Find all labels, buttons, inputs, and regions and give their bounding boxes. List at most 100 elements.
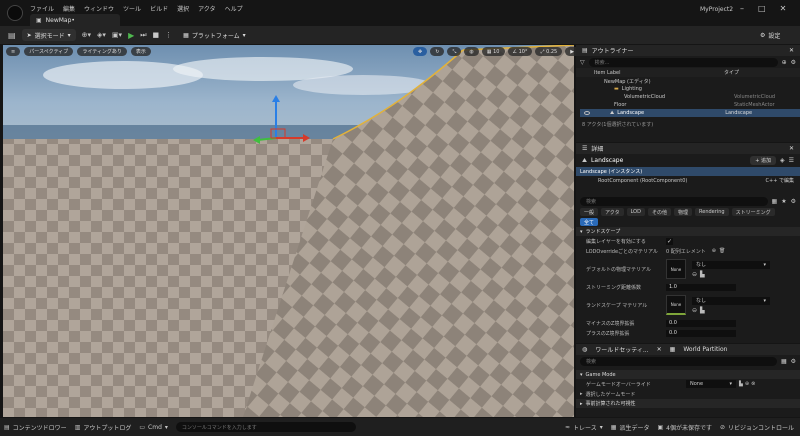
close-icon[interactable]: ✕ [789,47,794,54]
console-input[interactable]: コンソールコマンドを入力します [175,422,356,432]
level-viewport[interactable] [3,45,574,417]
scale-tool-button[interactable]: ⤡ [447,47,462,56]
material-dropdown[interactable]: なし ▾ [692,260,770,269]
cmd-button[interactable]: ▭ Cmd ▾ [139,424,168,431]
game-mode-dropdown[interactable]: None ▾ [686,380,736,388]
section-selected-game-mode[interactable]: ▸ 選択したゲームモード [576,389,800,399]
details-search-input[interactable]: 検索 [580,196,768,206]
browse-icon[interactable]: ▙ [700,307,705,314]
outliner-row[interactable]: ▬ Lighting [580,85,800,93]
add-icon[interactable]: ⊕ [782,59,787,66]
menu-select[interactable]: 選択 [177,4,189,13]
platform-button[interactable]: ▦ プラットフォーム ▾ [178,29,251,41]
use-selected-icon[interactable]: ⊖ [692,307,697,314]
scale-snap-button[interactable]: ⤢ 0.25 [535,47,563,56]
material-dropdown[interactable]: なし ▾ [692,296,770,305]
world-search-input[interactable]: 検索 [580,356,777,366]
eye-icon[interactable] [584,111,590,115]
tab-general[interactable]: 一般 [580,208,599,216]
cinematics-icon[interactable]: ▣▾ [112,31,122,39]
tab-world-partition[interactable]: World Partition [683,346,727,353]
root-component-row[interactable]: RootComponent (RootComponent0) C++ で編集 [576,176,800,185]
menu-edit[interactable]: 編集 [63,4,75,13]
blueprint-icon[interactable]: ◈ [780,157,785,164]
instance-row[interactable]: Landscape (インスタンス) [576,167,800,176]
tab-rendering[interactable]: Rendering [695,208,729,216]
show-button[interactable]: 表示 [130,47,151,56]
browse-icon[interactable]: ▙ [700,271,705,278]
play-icon[interactable]: ▶ [128,31,134,40]
menu-build[interactable]: ビルド [150,4,168,13]
menu-file[interactable]: ファイル [30,4,54,13]
maximize-icon[interactable]: □ [758,4,766,13]
world-space-button[interactable]: ◍ [464,47,479,56]
minimize-icon[interactable]: – [740,4,744,13]
derived-data-button[interactable]: ▦ 派生データ [611,423,650,432]
stop-icon[interactable]: ■ [153,31,160,39]
output-log-button[interactable]: ▥ アウトプットログ [75,423,132,432]
material-thumbnail[interactable]: None [666,295,686,315]
tab-actor[interactable]: アクタ [601,208,624,216]
add-content-icon[interactable]: ⊕▾ [82,31,91,39]
filter-icon[interactable]: ▽ [580,59,585,66]
grid-icon[interactable]: ▦ [781,358,787,365]
positive-z-input[interactable]: 0.0 [666,329,736,337]
rotate-tool-button[interactable]: ↻ [430,47,445,56]
trash-icon[interactable]: 🗑 [719,248,725,254]
section-precomputed-visibility[interactable]: ▸ 事前計算された可視性 [576,399,800,408]
perspective-button[interactable]: パースペクティブ [24,47,74,56]
gear-icon[interactable]: ⚙ [791,358,796,365]
list-icon[interactable]: ☰ [789,157,794,164]
menu-tools[interactable]: ツール [123,4,141,13]
lighting-button[interactable]: ライティングあり [77,47,127,56]
tab-world-settings[interactable]: ワールドセッティ... [595,345,648,354]
blueprint-icon[interactable]: ◈▾ [97,31,106,39]
tab-lod[interactable]: LOD [626,208,645,216]
streaming-distance-input[interactable]: 1.0 [666,283,736,291]
menu-window[interactable]: ウィンドウ [84,4,114,13]
outliner-row-selected[interactable]: ⛰ Landscape Landscape [580,109,800,117]
gear-icon[interactable]: ⚙ [791,59,796,66]
outliner-row[interactable]: NewMap (エディタ) [580,77,800,85]
step-icon[interactable]: ⏭ [140,31,146,40]
play-options-icon[interactable]: ⋮ [165,31,172,39]
negative-z-input[interactable]: 0.0 [666,319,736,327]
gear-icon[interactable]: ⚙ [791,198,796,205]
browse-icon[interactable]: ▙ [739,381,743,387]
outliner-row[interactable]: VolumetricCloud VolumetricCloud [580,93,800,101]
star-icon[interactable]: ★ [781,198,786,205]
col-item-label[interactable]: Item Label [594,70,724,76]
add-icon[interactable]: ⊕ [712,248,716,254]
tab-all[interactable]: 全て [580,218,599,226]
material-thumbnail[interactable]: None [666,259,686,279]
unsaved-button[interactable]: ▣ 4個が未保存です [657,423,712,432]
col-type[interactable]: タイプ [724,69,739,76]
content-drawer-button[interactable]: ▤ コンテンツドロワー [4,423,67,432]
level-tab[interactable]: ▣ NewMap• [30,14,120,26]
outliner-search-input[interactable]: 検索... [588,57,778,67]
translate-tool-button[interactable]: ✥ [413,47,428,56]
close-icon[interactable]: ✕ [657,346,662,353]
menu-actor[interactable]: アクタ [198,4,215,13]
revision-control-button[interactable]: ⊘ リビジョンコントロール [720,423,794,432]
section-game-mode[interactable]: ▾ Game Mode [576,370,800,379]
clear-icon[interactable]: ⊗ [751,381,755,387]
close-icon[interactable]: ✕ [789,145,794,152]
grid-snap-button[interactable]: ▦ 10 [481,47,505,56]
checkbox-checked[interactable]: ✓ [666,237,673,245]
section-landscape[interactable]: ▾ ランドスケープ [576,227,800,236]
unreal-logo-icon[interactable] [7,5,23,21]
edit-cpp-link[interactable]: C++ で編集 [766,177,794,184]
outliner-row[interactable]: Floor StaticMeshActor [580,101,800,109]
settings-button[interactable]: ⚙ 設定 [755,29,785,41]
close-icon[interactable]: ✕ [780,4,787,13]
rotation-snap-button[interactable]: ∠ 10° [507,47,533,56]
menu-help[interactable]: ヘルプ [225,4,243,13]
trace-button[interactable]: ≈ トレース ▾ [565,423,603,432]
mode-select-button[interactable]: ➤ 選択モード ▾ [21,29,76,41]
add-component-button[interactable]: + 追加 [750,156,776,165]
tab-physics[interactable]: 物理 [674,208,693,216]
use-selected-icon[interactable]: ⊖ [692,271,697,278]
add-icon[interactable]: ⊕ [745,381,749,387]
viewport-menu-button[interactable]: ≡ [6,47,21,56]
